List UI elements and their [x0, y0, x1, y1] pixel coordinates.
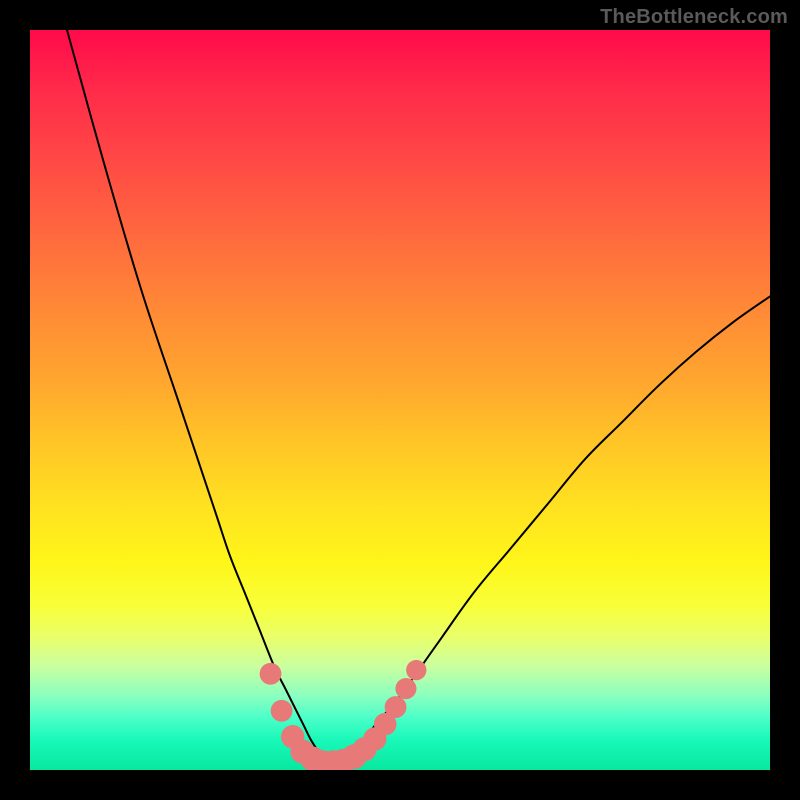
outer-frame: TheBottleneck.com [0, 0, 800, 800]
data-marker [385, 696, 407, 718]
watermark-text: TheBottleneck.com [600, 6, 788, 29]
data-marker [260, 663, 282, 685]
chart-svg [30, 30, 770, 770]
marker-layer [260, 660, 427, 770]
data-marker [271, 700, 293, 722]
data-marker [406, 660, 426, 680]
curve-layer [67, 30, 770, 763]
plot-area [30, 30, 770, 770]
curve-left-branch [67, 30, 333, 763]
data-marker [395, 678, 416, 699]
